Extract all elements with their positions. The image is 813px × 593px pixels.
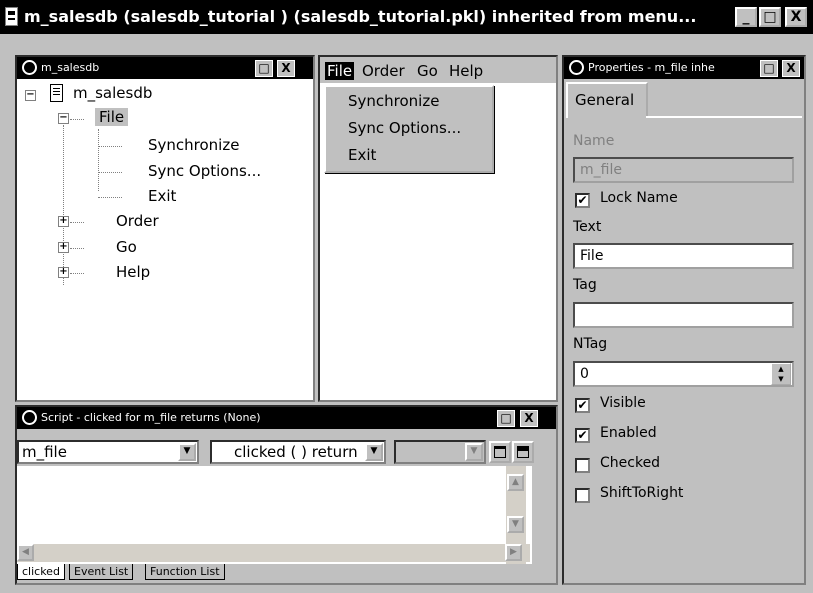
scroll-right-icon[interactable]: ▶ (505, 544, 522, 561)
script-icon (22, 60, 37, 75)
object-dropdown-value: m_file (22, 443, 67, 461)
visible-label[interactable]: Visible (600, 395, 646, 411)
maximize-button[interactable]: □ (759, 7, 781, 27)
enabled-checkbox[interactable]: ✔ (575, 428, 590, 443)
tab-function-list[interactable]: Function List (145, 564, 225, 580)
visible-checkbox[interactable]: ✔ (575, 398, 590, 413)
script-pane-maximize-button[interactable]: □ (497, 410, 515, 427)
script-tabs: clicked Event List Function List (17, 564, 257, 583)
tab-clicked[interactable]: clicked (17, 564, 65, 580)
menu-help[interactable]: Help (449, 62, 483, 80)
dropdown-item-exit[interactable]: Exit (348, 146, 376, 164)
scroll-left-icon[interactable]: ◀ (17, 544, 34, 561)
expand-order-icon[interactable]: + (58, 216, 69, 227)
detail-view-icon[interactable] (512, 441, 534, 463)
ntag-label: NTag (573, 336, 608, 352)
lock-name-checkbox[interactable]: ✔ (575, 193, 590, 208)
menu-dropdown: Synchronize Sync Options... Exit (324, 85, 494, 173)
menu-file[interactable]: File (325, 62, 355, 80)
shift-to-right-checkbox[interactable] (575, 488, 590, 503)
tag-label: Tag (573, 277, 597, 293)
event-dropdown-value: clicked ( ) return (234, 443, 358, 461)
tree-root-label[interactable]: m_salesdb (73, 84, 152, 102)
window-titlebar[interactable]: m_salesdb (salesdb_tutorial ) (salesdb_t… (0, 0, 813, 34)
spin-up-icon[interactable]: ▲ (772, 364, 790, 374)
shift-to-right-label[interactable]: ShiftToRight (600, 485, 683, 501)
tree-item-exit[interactable]: Exit (148, 187, 176, 205)
third-dropdown[interactable]: ▼ (394, 440, 486, 464)
minimize-button[interactable]: _ (735, 7, 757, 27)
ntag-field[interactable]: 0 (573, 361, 794, 387)
tree-item-order[interactable]: Order (116, 212, 159, 230)
menu-go[interactable]: Go (417, 62, 438, 80)
event-dropdown[interactable]: clicked ( ) return ▼ (210, 440, 386, 464)
text-label: Text (573, 219, 602, 235)
tree-pane-maximize-button[interactable]: □ (255, 60, 273, 77)
tree-pane: m_salesdb □ X − m_salesdb − File Synchro… (15, 55, 315, 402)
third-dropdown-arrow-icon[interactable]: ▼ (465, 443, 483, 461)
script-pane-title: Script - clicked for m_file returns (Non… (41, 411, 261, 424)
tree-item-synchronize[interactable]: Synchronize (148, 136, 239, 154)
script-pane-titlebar[interactable]: Script - clicked for m_file returns (Non… (17, 407, 556, 429)
collapse-file-icon[interactable]: − (58, 113, 69, 124)
script-pane-close-button[interactable]: X (520, 410, 538, 427)
close-button[interactable]: X (785, 7, 807, 27)
tree-pane-close-button[interactable]: X (277, 60, 295, 77)
properties-pane-close-button[interactable]: X (782, 60, 800, 77)
tree-item-sync-options[interactable]: Sync Options... (148, 162, 261, 180)
dropdown-item-sync-options[interactable]: Sync Options... (348, 119, 461, 137)
spin-down-icon[interactable]: ▼ (772, 374, 790, 384)
name-label: Name (573, 133, 615, 149)
text-field[interactable]: File (573, 243, 794, 269)
properties-pane-maximize-button[interactable]: □ (760, 60, 778, 77)
tree-item-help[interactable]: Help (116, 263, 150, 281)
menu-order[interactable]: Order (362, 62, 405, 80)
tree-pane-titlebar[interactable]: m_salesdb □ X (17, 57, 313, 79)
enabled-label[interactable]: Enabled (600, 425, 657, 441)
horizontal-scrollbar[interactable]: ◀ ▶ (17, 544, 530, 562)
tree-pane-title: m_salesdb (41, 61, 100, 74)
app-icon (5, 7, 18, 26)
script-icon (22, 410, 37, 425)
ntag-spinner[interactable]: ▲ ▼ (771, 363, 791, 385)
dropdown-item-synchronize[interactable]: Synchronize (348, 92, 439, 110)
tab-general[interactable]: General (566, 82, 648, 118)
collapse-root-icon[interactable]: − (25, 90, 36, 101)
list-view-icon[interactable] (489, 441, 511, 463)
properties-pane-titlebar[interactable]: Properties - m_file inhe □ X (564, 57, 804, 79)
menubar (320, 57, 556, 83)
expand-help-icon[interactable]: + (58, 267, 69, 278)
object-dropdown-arrow-icon[interactable]: ▼ (178, 443, 196, 461)
scroll-down-icon[interactable]: ▼ (507, 516, 524, 533)
tab-event-list[interactable]: Event List (69, 564, 134, 580)
checked-label[interactable]: Checked (600, 455, 660, 471)
tree-item-file[interactable]: File (95, 108, 129, 126)
object-dropdown[interactable]: m_file ▼ (17, 440, 199, 464)
script-icon (569, 60, 584, 75)
tree-item-go[interactable]: Go (116, 238, 137, 256)
event-dropdown-arrow-icon[interactable]: ▼ (365, 443, 383, 461)
window-title: m_salesdb (salesdb_tutorial ) (salesdb_t… (24, 7, 697, 26)
scroll-up-icon[interactable]: ▲ (507, 474, 524, 491)
tag-field[interactable] (573, 302, 794, 328)
document-icon (50, 84, 63, 102)
expand-go-icon[interactable]: + (58, 242, 69, 253)
properties-pane-title: Properties - m_file inhe (588, 61, 715, 74)
checked-checkbox[interactable] (575, 458, 590, 473)
name-field: m_file (573, 157, 794, 183)
lock-name-label[interactable]: Lock Name (600, 190, 678, 206)
